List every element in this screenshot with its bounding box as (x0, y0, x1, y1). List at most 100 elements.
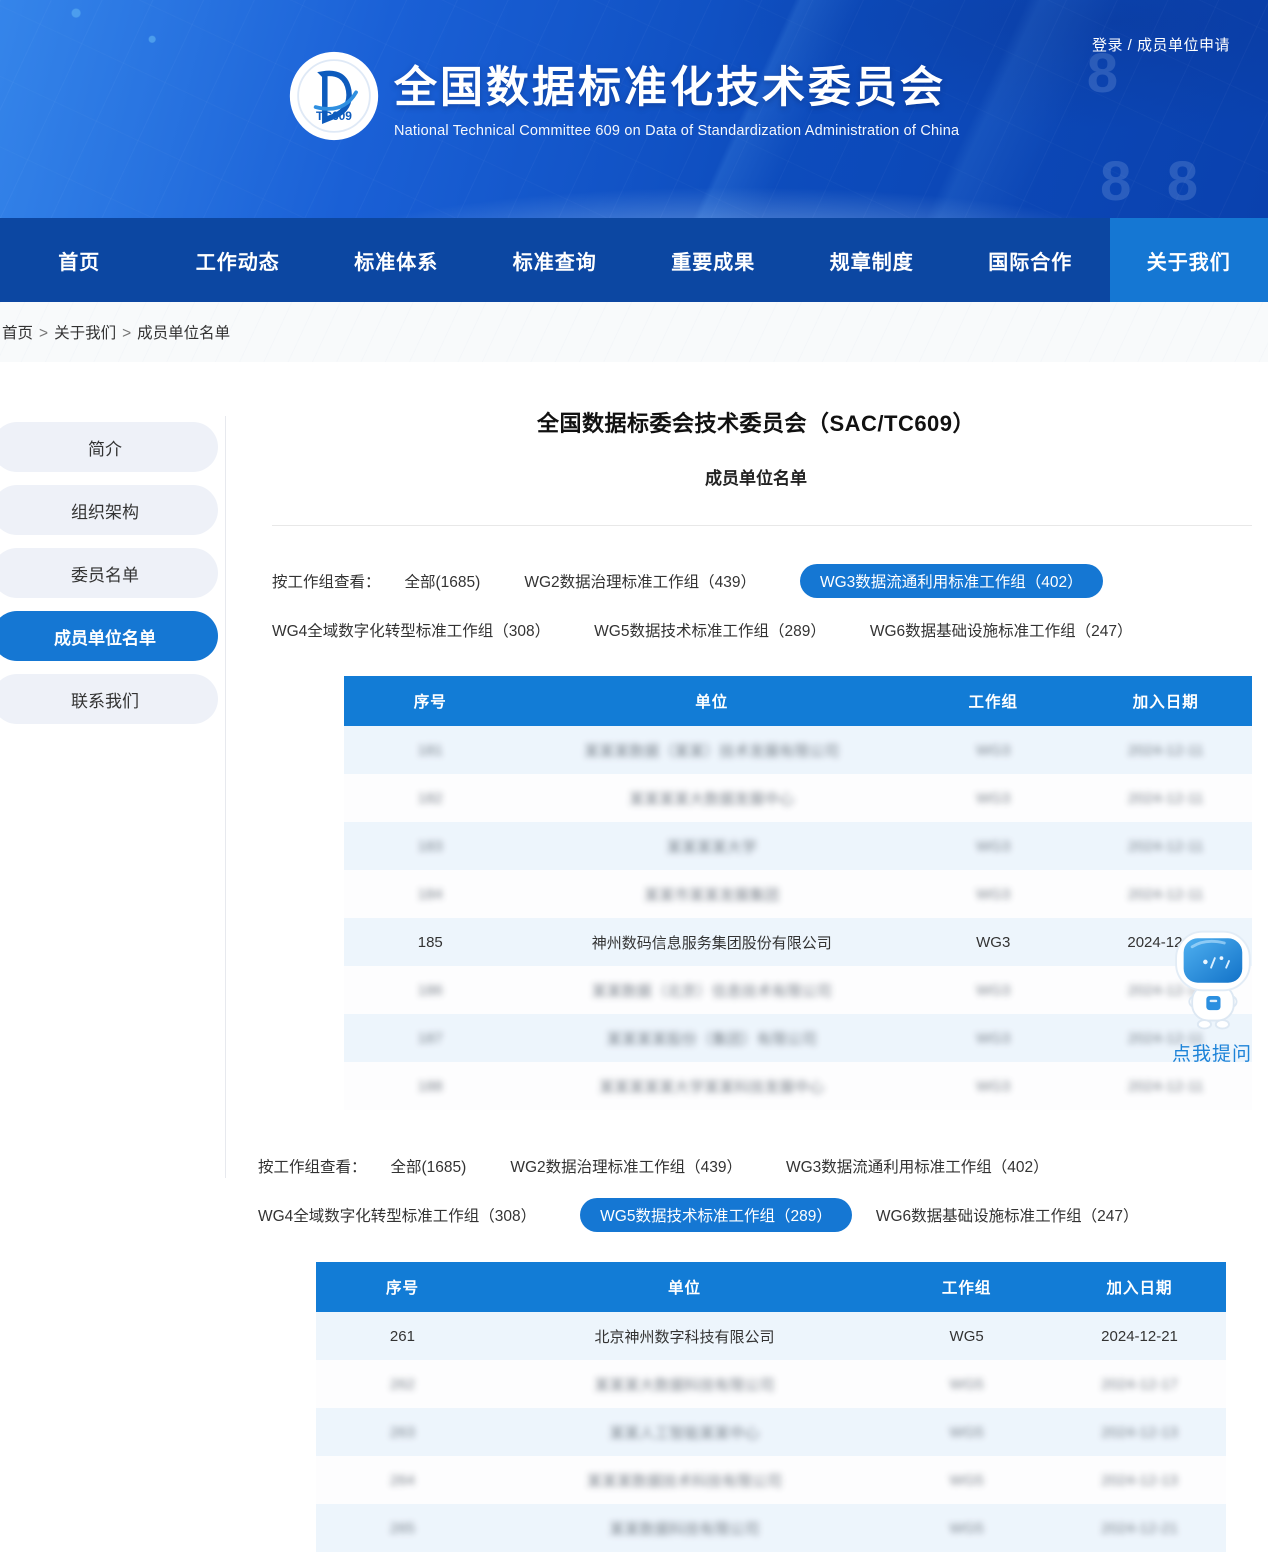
cell-wg-text: WG5 (950, 1328, 984, 1345)
cell-seq: 186 (344, 966, 517, 1014)
cell-date: 2024-12-17 (1053, 1360, 1226, 1408)
page-body: 简介组织架构委员名单成员单位名单联系我们 全国数据标委会技术委员会（SAC/TC… (0, 406, 1268, 1552)
main-content: 全国数据标委会技术委员会（SAC/TC609） 成员单位名单 按工作组查看： 全… (244, 406, 1268, 1552)
breadcrumb-item-1[interactable]: 关于我们 (54, 325, 116, 342)
nav-item-1[interactable]: 工作动态 (159, 218, 318, 302)
filter-tab-all[interactable]: 全部(1685) (391, 1155, 467, 1177)
svg-text:TC609: TC609 (316, 109, 352, 123)
cell-seq: 183 (344, 822, 517, 870)
table-header-row: 序号单位工作组加入日期 (316, 1262, 1226, 1312)
page-subtitle: 成员单位名单 (244, 464, 1268, 489)
cell-wg: WG3 (907, 774, 1080, 822)
nav-item-6[interactable]: 国际合作 (951, 218, 1110, 302)
cell-seq: 262 (316, 1360, 489, 1408)
cell-date-text: 2024-12-11 (1128, 1078, 1204, 1095)
cell-seq: 263 (316, 1408, 489, 1456)
main-nav: 首页工作动态标准体系标准查询重要成果规章制度国际合作关于我们 (0, 218, 1268, 302)
breadcrumb-item-0[interactable]: 首页 (2, 325, 33, 342)
cell-seq: 187 (344, 1014, 517, 1062)
title-divider (272, 525, 1252, 526)
cell-wg-text: WG5 (950, 1376, 984, 1393)
table-row: 265某某数据科技有限公司WG52024-12-21 (316, 1504, 1226, 1552)
column-header: 序号 (344, 676, 517, 726)
cell-unit-text: 某某人工智能某某中心 (610, 1425, 760, 1442)
sidebar-item-4[interactable]: 联系我们 (0, 674, 218, 724)
filter-tab-wg6[interactable]: WG6数据基础设施标准工作组（247） (870, 619, 1133, 641)
cell-unit: 某某人工智能某某中心 (489, 1408, 880, 1456)
table-row: 262某某某大数据科技有限公司WG52024-12-17 (316, 1360, 1226, 1408)
site-title: 全国数据标准化技术委员会 (394, 53, 959, 115)
table-row: 185神州数码信息服务集团股份有限公司WG32024-12-21 (344, 918, 1252, 966)
cell-seq-text: 183 (418, 838, 443, 855)
cell-wg-text: WG3 (976, 1030, 1010, 1047)
login-link[interactable]: 登录 / 成员单位申请 (1092, 34, 1230, 55)
table-row: 188某某某某某大学某某科技发展中心WG32024-12-11 (344, 1062, 1252, 1110)
filter-tab-wg3[interactable]: WG3数据流通利用标准工作组（402） (786, 1155, 1049, 1177)
cell-wg-text: WG5 (950, 1472, 984, 1489)
filter-tab-wg2[interactable]: WG2数据治理标准工作组（439） (510, 1155, 742, 1177)
filter-tab-all[interactable]: 全部(1685) (405, 570, 481, 592)
sidebar-item-2[interactable]: 委员名单 (0, 548, 218, 598)
cell-wg: WG3 (907, 726, 1080, 774)
cell-unit-text: 某某某某股份（集团）有限公司 (607, 1031, 817, 1048)
cell-date: 2024-12-13 (1053, 1456, 1226, 1504)
nav-item-2[interactable]: 标准体系 (317, 218, 476, 302)
filter-tab-wg4[interactable]: WG4全域数字化转型标准工作组（308） (272, 619, 550, 641)
cell-wg-text: WG3 (976, 790, 1010, 807)
cell-date-text: 2024-12-11 (1128, 790, 1204, 807)
table-row: 187某某某某股份（集团）有限公司WG32024-12-11 (344, 1014, 1252, 1062)
cell-date-text: 2024-12-17 (1101, 1376, 1178, 1393)
sidebar-item-0[interactable]: 简介 (0, 422, 218, 472)
cell-wg: WG3 (907, 966, 1080, 1014)
cell-date-text: 2024-12-13 (1101, 1472, 1178, 1489)
wg5-section: 按工作组查看： 全部(1685) WG2数据治理标准工作组（439） WG3数据流通… (244, 1150, 1268, 1552)
cell-seq-text: 263 (390, 1424, 415, 1441)
cell-unit: 某某某数据技术科技有限公司 (489, 1456, 880, 1504)
cell-wg: WG3 (907, 918, 1080, 966)
sidebar-divider (225, 416, 226, 1178)
cell-date-text: 2024-12-21 (1101, 1328, 1178, 1345)
filter-tab-wg3[interactable]: WG3数据流通利用标准工作组（402） (800, 564, 1103, 598)
filter-tab-wg4[interactable]: WG4全域数字化转型标准工作组（308） (258, 1204, 536, 1226)
nav-item-0[interactable]: 首页 (0, 218, 159, 302)
assistant-label[interactable]: 点我提问 (1164, 1039, 1260, 1066)
filter-tab-wg6[interactable]: WG6数据基础设施标准工作组（247） (876, 1204, 1139, 1226)
cell-wg: WG5 (880, 1504, 1053, 1552)
breadcrumb-bar: 首页>关于我们>成员单位名单 (0, 302, 1268, 362)
brand: TC609 全国数据标准化技术委员会 National Technical Co… (288, 50, 959, 142)
cell-unit-text: 北京神州数字科技有限公司 (595, 1329, 775, 1346)
sidebar: 简介组织架构委员名单成员单位名单联系我们 (0, 422, 218, 737)
assistant-widget[interactable]: 点我提问 (1164, 926, 1260, 1066)
cell-wg: WG5 (880, 1408, 1053, 1456)
cell-unit: 某某市某某发展集团 (517, 870, 907, 918)
nav-item-7[interactable]: 关于我们 (1110, 218, 1268, 302)
cell-seq-text: 264 (390, 1472, 415, 1489)
cell-seq: 185 (344, 918, 517, 966)
column-header: 加入日期 (1053, 1262, 1226, 1312)
filter-tab-wg5[interactable]: WG5数据技术标准工作组（289） (580, 1198, 852, 1232)
column-header: 工作组 (880, 1262, 1053, 1312)
wg3-section: 按工作组查看： 全部(1685) WG2数据治理标准工作组（439） WG3数据流通… (244, 564, 1268, 1110)
filter-tab-wg5[interactable]: WG5数据技术标准工作组（289） (594, 619, 826, 641)
nav-item-3[interactable]: 标准查询 (476, 218, 635, 302)
breadcrumb: 首页>关于我们>成员单位名单 (2, 321, 230, 343)
member-table-wg5: 序号单位工作组加入日期 261北京神州数字科技有限公司WG52024-12-21… (316, 1262, 1226, 1552)
filter-label: 按工作组查看： (272, 570, 381, 592)
cell-unit-text: 某某数据（北京）信息技术有限公司 (592, 983, 832, 1000)
filter-tab-wg2[interactable]: WG2数据治理标准工作组（439） (524, 570, 756, 592)
cell-seq-text: 185 (418, 934, 443, 951)
cell-date: 2024-12-11 (1079, 726, 1252, 774)
nav-item-4[interactable]: 重要成果 (634, 218, 793, 302)
nav-item-5[interactable]: 规章制度 (793, 218, 952, 302)
cell-date: 2024-12-11 (1079, 870, 1252, 918)
column-header: 单位 (517, 676, 907, 726)
filter-label: 按工作组查看： (258, 1155, 367, 1177)
cell-date: 2024-12-21 (1053, 1312, 1226, 1360)
cell-wg-text: WG3 (976, 742, 1010, 759)
breadcrumb-item-2[interactable]: 成员单位名单 (137, 325, 230, 342)
sidebar-item-1[interactable]: 组织架构 (0, 485, 218, 535)
sidebar-item-3[interactable]: 成员单位名单 (0, 611, 218, 661)
cell-date: 2024-12-11 (1079, 1062, 1252, 1110)
cell-unit-text: 某某某某某大学某某科技发展中心 (599, 1079, 824, 1096)
cell-unit: 某某某某大数据发展中心 (517, 774, 907, 822)
